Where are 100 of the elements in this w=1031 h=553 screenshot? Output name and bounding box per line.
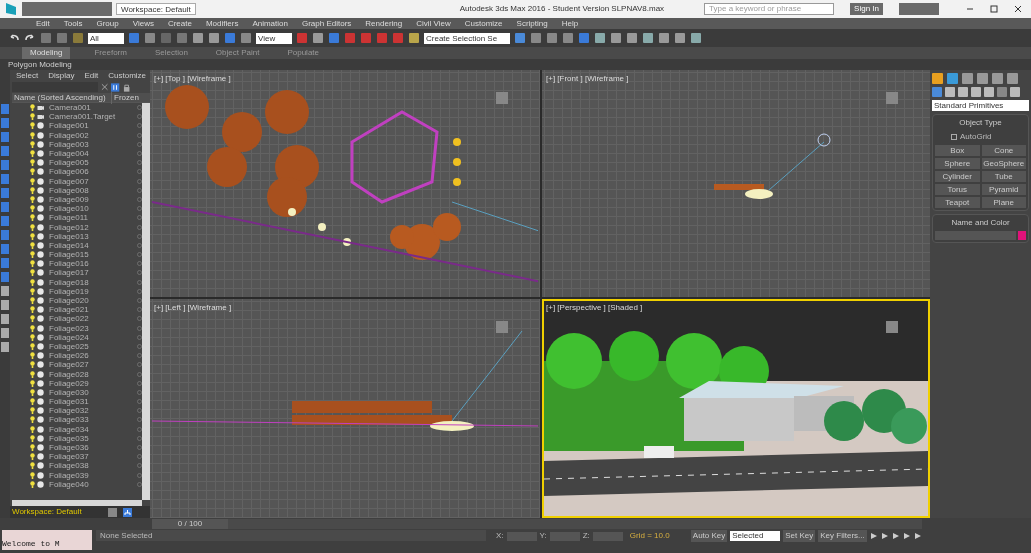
layer-explorer-icon[interactable] [108, 507, 117, 517]
object-name[interactable]: Foliage024 [49, 332, 125, 342]
workspace-dropdown[interactable]: Workspace: Default [116, 3, 196, 15]
menu-item[interactable]: Civil View [416, 17, 451, 30]
viewcube-icon[interactable] [884, 90, 900, 106]
object-name[interactable]: Foliage019 [49, 286, 125, 296]
toolbar-tool-icon[interactable] [208, 32, 220, 44]
menu-item[interactable]: Animation [252, 17, 288, 30]
primitive-button[interactable]: GeoSphere [981, 158, 1026, 169]
menu-item[interactable]: Scripting [516, 17, 548, 30]
primitive-button[interactable]: Tube [981, 171, 1026, 182]
toolbar-tool-icon[interactable] [610, 32, 622, 44]
toolbar-tool-icon[interactable] [578, 32, 590, 44]
lightbulb-icon[interactable] [30, 140, 35, 148]
toolbar-tool-icon[interactable] [408, 32, 420, 44]
toolbar-tool-icon[interactable] [144, 32, 156, 44]
object-name[interactable]: Foliage015 [49, 250, 125, 260]
ribbon-tab[interactable]: Populate [283, 47, 323, 59]
lightbulb-icon[interactable] [30, 232, 35, 240]
viewport[interactable]: [+] [Front ] [Wireframe ] [542, 70, 930, 297]
column-header[interactable]: Frozen [112, 91, 139, 104]
camera-icon[interactable] [37, 104, 44, 112]
time-slider-track[interactable]: 0 / 100 [152, 519, 922, 529]
viewport[interactable]: [+] [Top ] [Wireframe ] [150, 70, 540, 297]
lightbulb-icon[interactable] [30, 480, 35, 488]
viewport-label[interactable]: [+] [Left ] [Wireframe ] [154, 302, 232, 314]
coordinate-dropdown[interactable]: View [256, 32, 292, 44]
lightbulb-icon[interactable] [30, 434, 35, 442]
lightbulb-icon[interactable] [30, 241, 35, 249]
object-name[interactable]: Foliage025 [49, 341, 125, 351]
object-name[interactable]: Foliage004 [49, 149, 125, 159]
lightbulb-icon[interactable] [30, 251, 35, 259]
toolbar-tool-icon[interactable] [224, 32, 236, 44]
lightbulb-icon[interactable] [30, 342, 35, 350]
toolbar-tool-icon[interactable] [626, 32, 638, 44]
viewcube-icon[interactable] [494, 319, 510, 335]
menu-item[interactable]: Modifiers [205, 17, 239, 30]
object-name[interactable]: Foliage021 [49, 305, 125, 315]
menu-item[interactable]: Group [96, 17, 119, 30]
object-name[interactable]: Foliage040 [49, 479, 125, 489]
object-name[interactable]: Foliage014 [49, 240, 125, 250]
toolbar-tool-icon[interactable] [546, 32, 558, 44]
ribbon-tab[interactable]: Modeling [22, 47, 71, 59]
lightbulb-icon[interactable] [30, 287, 35, 295]
object-name[interactable]: Foliage018 [49, 277, 125, 287]
viewport[interactable]: [+] [Left ] [Wireframe ] [150, 299, 540, 518]
toolbar-tool-icon[interactable] [328, 32, 340, 44]
close-icon[interactable] [1013, 4, 1023, 14]
camera-icon[interactable] [37, 113, 44, 121]
filter-dropdown[interactable]: All [88, 32, 124, 44]
time-slider-thumb[interactable]: 0 / 100 [152, 519, 228, 529]
hierarchy-icon[interactable] [111, 82, 120, 92]
command-panel-tab-icon[interactable] [1007, 72, 1018, 84]
viewport-label[interactable]: [+] [Front ] [Wireframe ] [546, 73, 629, 85]
key-filters-button[interactable]: Key Filters... [818, 530, 867, 542]
object-name[interactable]: Foliage005 [49, 158, 125, 168]
object-name[interactable]: Foliage033 [49, 415, 125, 425]
object-name[interactable]: Foliage002 [49, 130, 125, 140]
lightbulb-icon[interactable] [30, 398, 35, 406]
sign-in-button[interactable]: Sign In [850, 3, 883, 15]
object-name[interactable]: Foliage008 [49, 185, 125, 195]
object-name[interactable]: Foliage006 [49, 167, 125, 177]
viewport-label[interactable]: [+] [Top ] [Wireframe ] [154, 73, 231, 85]
toolbar-tool-icon[interactable] [658, 32, 670, 44]
object-name[interactable]: Foliage003 [49, 139, 125, 149]
menu-item[interactable]: Graph Editors [301, 17, 352, 30]
toolbar-tool-icon[interactable] [562, 32, 574, 44]
column-header[interactable]: Name (Sorted Ascending) [12, 91, 112, 104]
ribbon-tab[interactable]: Selection [150, 47, 192, 59]
object-name[interactable]: Foliage023 [49, 323, 125, 333]
toolbar-tool-icon[interactable] [392, 32, 404, 44]
object-name[interactable]: Foliage028 [49, 369, 125, 379]
command-panel-tab-icon[interactable] [947, 72, 958, 84]
object-name[interactable]: Foliage039 [49, 470, 125, 480]
rollout-title[interactable]: Name and Color [935, 217, 1026, 229]
menu-item[interactable]: Edit [84, 69, 99, 82]
rollout-title[interactable]: Object Type [935, 117, 1026, 129]
lightbulb-icon[interactable] [30, 186, 35, 194]
autogrid-checkbox[interactable] [951, 134, 957, 140]
toolbar-tool-icon[interactable] [594, 32, 606, 44]
toolbar-tool-icon[interactable] [240, 32, 252, 44]
primitive-button[interactable]: Pyramid [981, 184, 1026, 195]
menu-item[interactable]: Help [561, 17, 579, 30]
lightbulb-icon[interactable] [30, 150, 35, 158]
object-name[interactable]: Foliage027 [49, 360, 125, 370]
horizontal-scrollbar[interactable] [12, 500, 142, 506]
ribbon-tab[interactable]: Object Paint [211, 47, 264, 59]
menu-item[interactable]: Tools [63, 17, 83, 30]
toolbar-tool-icon[interactable] [360, 32, 372, 44]
object-name[interactable]: Foliage013 [49, 231, 125, 241]
toolbar-tool-icon[interactable] [674, 32, 686, 44]
hierarchy-icon[interactable] [123, 507, 132, 517]
viewcube-icon[interactable] [494, 90, 510, 106]
lightbulb-icon[interactable] [30, 104, 35, 112]
menu-item[interactable]: Edit [36, 17, 50, 30]
object-name[interactable]: Camera001 [49, 103, 125, 113]
primitive-button[interactable]: Torus [935, 184, 980, 195]
toolbar-tool-icon[interactable] [530, 32, 542, 44]
object-name[interactable]: Foliage020 [49, 296, 125, 306]
lightbulb-icon[interactable] [30, 388, 35, 396]
